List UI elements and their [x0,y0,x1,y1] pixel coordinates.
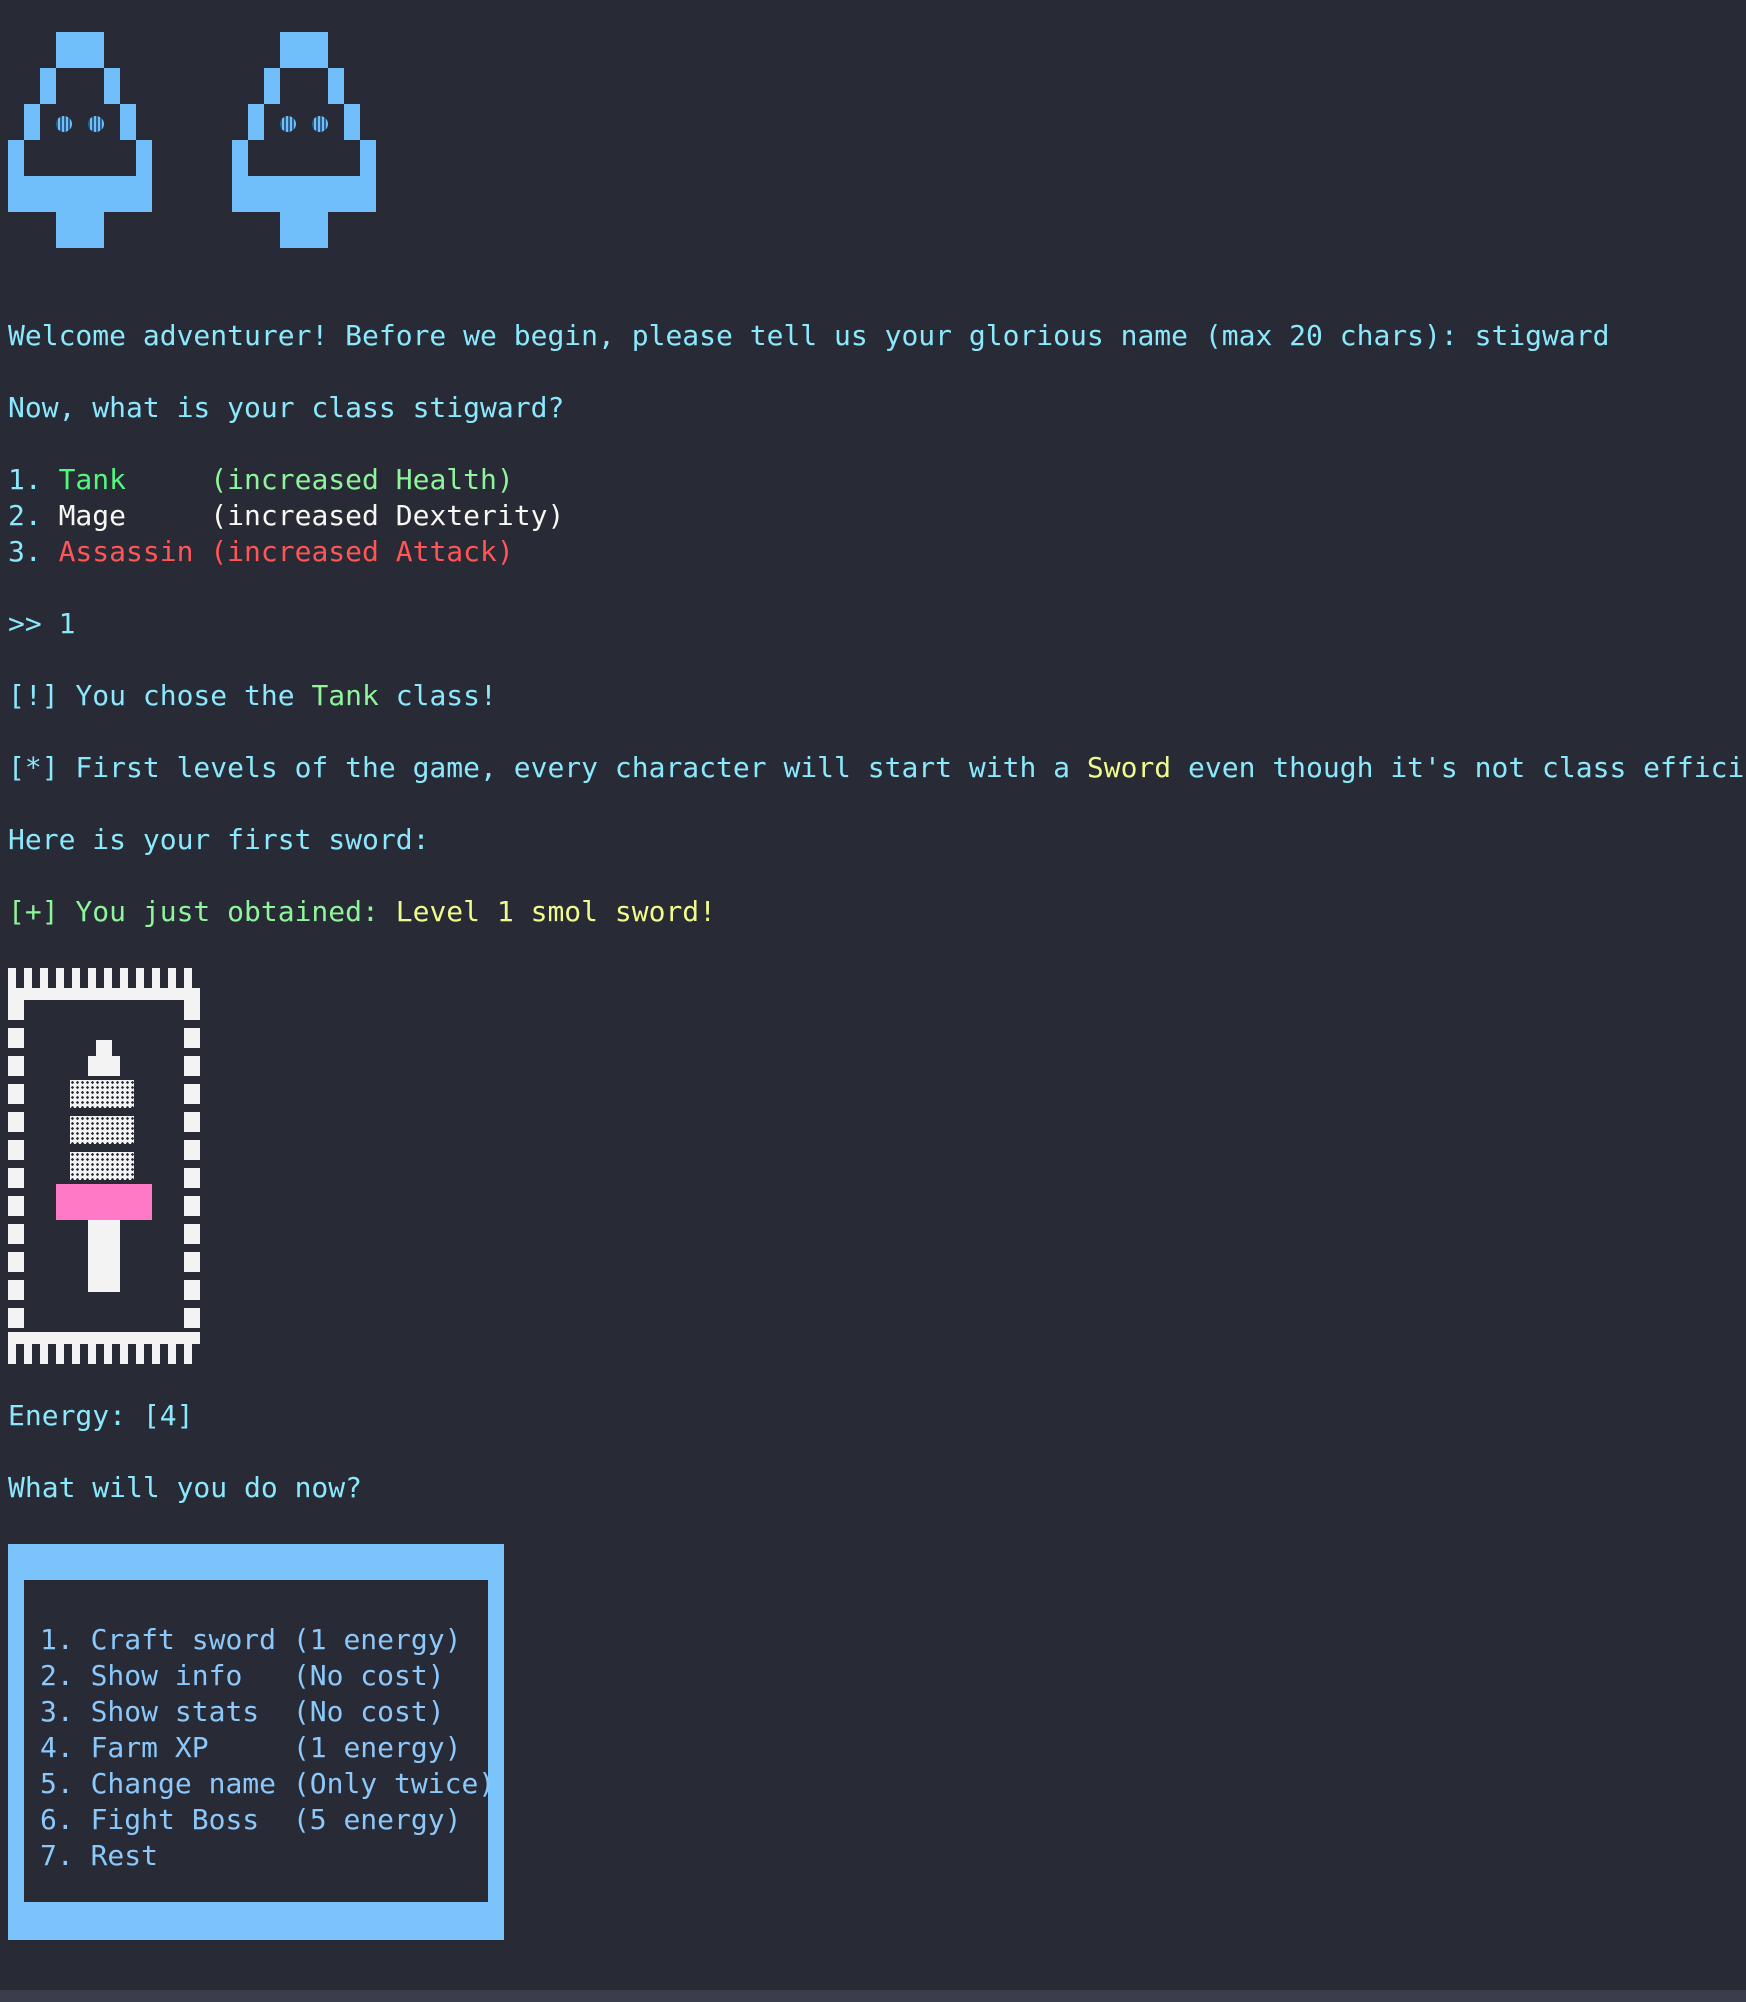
class-option-name: Tank [58,463,194,496]
blade-segment [70,1080,134,1108]
action-menu-inner: 1. Craft sword (1 energy) 2. Show info (… [24,1580,495,1902]
here-sword-message: Here is your first sword: [8,823,430,856]
window-bottom-edge [0,1990,1746,2002]
sword-icon [8,968,200,1364]
class-option-name: Assassin [58,535,194,568]
class-question: Now, what is your class stigward? [8,391,565,424]
class-option-assassin: 3. Assassin (increased Attack) [8,534,514,570]
class-option-name: Mage [58,499,194,532]
chose-class-message: [!] You chose the Tank class! [8,678,497,714]
terminal-window: Welcome adventurer! Before we begin, ple… [0,0,1746,1990]
class-option-desc: (increased Health) [193,463,514,496]
menu-item-label: Craft sword [90,1623,293,1656]
sword-guard [56,1184,152,1220]
card-border-bottom [8,1332,200,1364]
ghost-icon [8,32,152,248]
first-levels-message: [*] First levels of the game, every char… [8,750,1746,786]
welcome-line: Welcome adventurer! Before we begin, ple… [8,318,1609,354]
menu-item-label: Farm XP [90,1731,293,1764]
menu-item-label: Fight Boss [90,1803,293,1836]
prompt-symbol: >> [8,607,59,640]
action-menu: 1. Craft sword (1 energy) 2. Show info (… [8,1544,504,1940]
menu-item-label: Rest [90,1839,159,1872]
card-border-top [8,968,200,1000]
menu-item-label: Show info [90,1659,293,1692]
menu-item-label: Show stats [90,1695,293,1728]
card-border-right [184,1000,200,1332]
menu-item-cost: (1 energy) [292,1731,462,1764]
player-name-input: stigward [1474,319,1610,352]
menu-item-label: Change name [90,1767,293,1800]
class-option-number: 2. [8,499,59,532]
class-option-number: 3. [8,535,59,568]
class-option-desc: (increased Attack) [193,535,514,568]
first-levels-prefix: [*] First levels of the game, every char… [8,751,1087,784]
menu-item-cost: (Only twice) [292,1767,496,1800]
menu-item-cost: (No cost) [292,1695,445,1728]
welcome-text: Welcome adventurer! Before we begin, ple… [8,319,1475,352]
menu-item-change-name[interactable]: 5. Change name (Only twice) [40,1766,495,1802]
menu-item-cost: (No cost) [292,1659,445,1692]
class-option-mage: 2. Mage (increased Dexterity) [8,498,564,534]
menu-item-farm-xp[interactable]: 4. Farm XP (1 energy) [40,1730,461,1766]
obtained-message: [+] You just obtained: Level 1 smol swor… [8,894,716,930]
sword-handle [88,1220,120,1292]
energy-status: Energy: [4] [8,1399,194,1432]
menu-item-number: 2. [40,1659,91,1692]
blade-tip [96,1040,112,1056]
first-levels-item: Sword [1086,751,1172,784]
menu-item-cost: (1 energy) [292,1623,462,1656]
menu-item-number: 1. [40,1623,91,1656]
blade-tip [88,1056,120,1076]
chose-prefix: [!] You chose the [8,679,312,712]
class-option-number: 1. [8,463,59,496]
blade-segment [70,1116,134,1144]
menu-item-cost: (5 energy) [292,1803,462,1836]
command-input-value[interactable]: 1 [59,607,76,640]
chose-class-name: Tank [311,679,379,712]
blade-segment [70,1152,134,1180]
menu-item-number: 7. [40,1839,91,1872]
obtained-prefix: [+] You just obtained: [8,895,396,928]
class-option-tank: 1. Tank (increased Health) [8,462,514,498]
menu-item-show-info[interactable]: 2. Show info (No cost) [40,1658,445,1694]
chose-suffix: class! [378,679,497,712]
menu-item-number: 3. [40,1695,91,1728]
menu-item-show-stats[interactable]: 3. Show stats (No cost) [40,1694,445,1730]
menu-item-fight-boss[interactable]: 6. Fight Boss (5 energy) [40,1802,461,1838]
command-input-line[interactable]: >> 1 [8,606,75,642]
what-now-prompt: What will you do now? [8,1471,363,1504]
ghost-icon [232,32,376,248]
first-levels-suffix: even though it's not class efficient! [1188,751,1746,784]
obtained-item: Level 1 smol sword! [395,895,717,928]
menu-item-craft-sword[interactable]: 1. Craft sword (1 energy) [40,1622,461,1658]
menu-item-number: 6. [40,1803,91,1836]
menu-item-rest[interactable]: 7. Rest [40,1838,158,1874]
menu-item-number: 4. [40,1731,91,1764]
class-option-desc: (increased Dexterity) [193,499,565,532]
card-border-left [8,1000,24,1332]
menu-item-number: 5. [40,1767,91,1800]
